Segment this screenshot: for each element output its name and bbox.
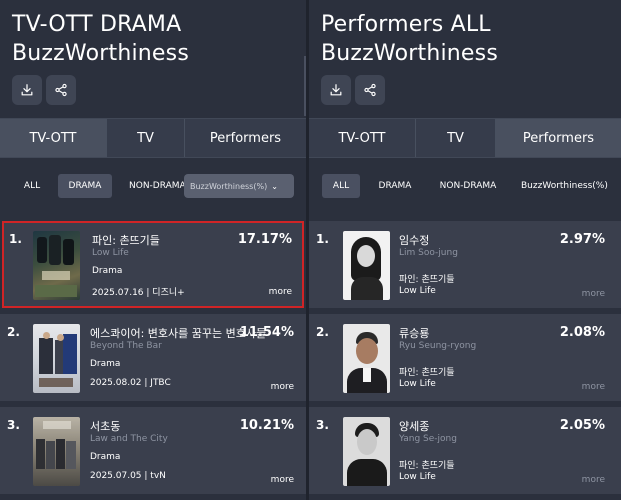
rank-number: 2. bbox=[316, 325, 329, 339]
title-kr: 서초동 bbox=[90, 420, 121, 433]
work-title-en: Low Life bbox=[399, 379, 436, 389]
tab-performers[interactable]: Performers bbox=[185, 119, 306, 157]
more-link[interactable]: more bbox=[271, 475, 294, 485]
buzz-percent: 2.08% bbox=[559, 325, 605, 340]
performer-name-kr: 양세종 bbox=[399, 420, 430, 433]
buzz-percent: 2.97% bbox=[559, 232, 605, 247]
share-icon bbox=[55, 83, 67, 97]
drama-buzz-panel: TV-OTT DRAMA BuzzWorthiness TV-OTT TV Pe… bbox=[0, 0, 306, 500]
performer-name-kr: 임수정 bbox=[399, 234, 430, 247]
filter-all[interactable]: ALL bbox=[18, 174, 46, 198]
ranking-card[interactable]: 2. 류승룡 Ryu Seung-ryong 파인: 촌뜨기들 Low Life… bbox=[309, 314, 621, 401]
ranking-card[interactable]: 3. 서초동 Law and The City Drama 2025.07.05… bbox=[0, 407, 306, 494]
rank-number: 1. bbox=[316, 232, 329, 246]
tab-performers[interactable]: Performers bbox=[496, 119, 621, 157]
panel-title: Performers ALL BuzzWorthiness bbox=[321, 10, 498, 68]
poster-image bbox=[33, 324, 80, 393]
rank-number: 3. bbox=[316, 418, 329, 432]
buzz-percent: 2.05% bbox=[559, 418, 605, 433]
avatar bbox=[343, 417, 390, 486]
rank-number: 2. bbox=[7, 325, 20, 339]
buzz-percent: 10.21% bbox=[239, 418, 294, 433]
metric-select-value: BuzzWorthiness(%) bbox=[190, 181, 268, 191]
metric-select[interactable]: BuzzWorthiness(%) bbox=[521, 174, 608, 198]
ranking-card[interactable]: 2. 에스콰이어: 변호사를 꿈꾸는 변호사들 Beyond The Bar D… bbox=[0, 314, 306, 401]
title-line-1: TV-OTT DRAMA bbox=[12, 12, 182, 37]
rank-number: 1. bbox=[9, 232, 22, 246]
genre-label: Drama bbox=[92, 266, 123, 276]
download-button[interactable] bbox=[12, 75, 42, 105]
more-link[interactable]: more bbox=[271, 382, 294, 392]
title-line-2: BuzzWorthiness bbox=[12, 41, 189, 66]
title-line-2: BuzzWorthiness bbox=[321, 41, 498, 66]
download-icon bbox=[21, 84, 33, 96]
filter-non-drama[interactable]: NON-DRAMA bbox=[124, 174, 186, 198]
release-info: 2025.07.16 | 디즈니+ bbox=[92, 288, 185, 298]
genre-label: Drama bbox=[90, 452, 121, 462]
category-tabs: TV-OTT TV Performers bbox=[0, 118, 306, 158]
buzz-percent: 11.54% bbox=[239, 325, 294, 340]
category-tabs: TV-OTT TV Performers bbox=[309, 118, 621, 158]
more-link[interactable]: more bbox=[269, 287, 292, 297]
metric-select[interactable]: BuzzWorthiness(%) ⌄ bbox=[184, 174, 294, 198]
download-icon bbox=[330, 84, 342, 96]
tab-tv[interactable]: TV bbox=[107, 119, 185, 157]
tab-tv[interactable]: TV bbox=[416, 119, 496, 157]
share-button[interactable] bbox=[46, 75, 76, 105]
title-kr: 파인: 촌뜨기들 bbox=[92, 234, 160, 247]
filter-all[interactable]: ALL bbox=[322, 174, 360, 198]
title-line-1: Performers ALL bbox=[321, 12, 491, 37]
tab-tv-ott[interactable]: TV-OTT bbox=[309, 119, 416, 157]
work-title-en: Low Life bbox=[399, 472, 436, 482]
share-button[interactable] bbox=[355, 75, 385, 105]
ranking-card[interactable]: 1. 임수정 Lim Soo-jung 파인: 촌뜨기들 Low Life 2.… bbox=[309, 221, 621, 308]
download-button[interactable] bbox=[321, 75, 351, 105]
rank-number: 3. bbox=[7, 418, 20, 432]
performer-name-en: Yang Se-jong bbox=[399, 434, 457, 444]
title-en: Law and The City bbox=[90, 434, 168, 444]
poster-image bbox=[33, 417, 80, 486]
poster-image bbox=[33, 231, 80, 300]
performers-buzz-panel: Performers ALL BuzzWorthiness TV-OTT TV … bbox=[309, 0, 621, 500]
filter-drama[interactable]: DRAMA bbox=[58, 174, 112, 198]
work-title-kr: 파인: 촌뜨기들 bbox=[399, 275, 455, 285]
avatar bbox=[343, 231, 390, 300]
work-title-kr: 파인: 촌뜨기들 bbox=[399, 368, 455, 378]
performer-name-kr: 류승룡 bbox=[399, 327, 430, 340]
ranking-card[interactable]: 1. 파인: 촌뜨기들 Low Life Drama 2025.07.16 | … bbox=[2, 221, 304, 308]
ranking-card[interactable]: 3. 양세종 Yang Se-jong 파인: 촌뜨기들 Low Life 2.… bbox=[309, 407, 621, 494]
more-link[interactable]: more bbox=[582, 475, 605, 485]
chevron-down-icon: ⌄ bbox=[271, 181, 278, 191]
filter-non-drama[interactable]: NON-DRAMA bbox=[434, 174, 502, 198]
release-info: 2025.08.02 | JTBC bbox=[90, 378, 171, 388]
genre-label: Drama bbox=[90, 359, 121, 369]
release-info: 2025.07.05 | tvN bbox=[90, 471, 166, 481]
filter-drama[interactable]: DRAMA bbox=[373, 174, 417, 198]
work-title-en: Low Life bbox=[399, 286, 436, 296]
share-icon bbox=[364, 83, 376, 97]
work-title-kr: 파인: 촌뜨기들 bbox=[399, 461, 455, 471]
more-link[interactable]: more bbox=[582, 289, 605, 299]
avatar bbox=[343, 324, 390, 393]
buzz-percent: 17.17% bbox=[237, 232, 292, 247]
tab-tv-ott[interactable]: TV-OTT bbox=[0, 119, 107, 157]
title-en: Low Life bbox=[92, 248, 129, 258]
performer-name-en: Lim Soo-jung bbox=[399, 248, 458, 258]
title-en: Beyond The Bar bbox=[90, 341, 162, 351]
more-link[interactable]: more bbox=[582, 382, 605, 392]
performer-name-en: Ryu Seung-ryong bbox=[399, 341, 477, 351]
panel-title: TV-OTT DRAMA BuzzWorthiness bbox=[12, 10, 189, 68]
divider-handle[interactable] bbox=[304, 56, 306, 116]
